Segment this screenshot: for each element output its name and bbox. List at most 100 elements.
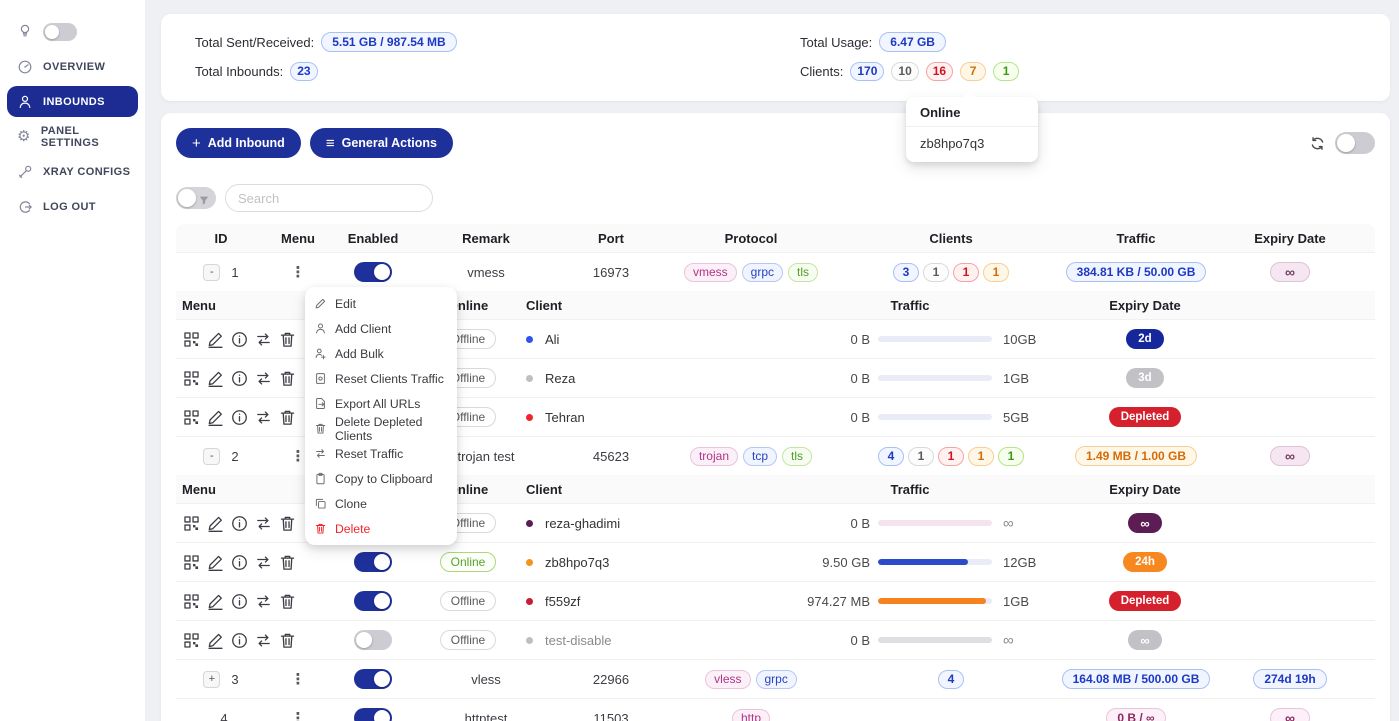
collapse-button[interactable]: - [203,448,220,465]
clients-expiring-badge[interactable]: 7 [960,62,986,81]
delete-icon[interactable] [278,408,297,427]
client-enabled-toggle[interactable] [354,630,392,650]
menu-item-clone[interactable]: Clone [305,491,457,516]
auto-refresh-toggle[interactable] [1335,132,1375,154]
reset-traffic-icon[interactable] [254,592,273,611]
enabled-toggle[interactable] [354,708,392,721]
client-count-badge[interactable]: 3 [893,263,919,282]
info-icon[interactable] [230,330,249,349]
inbound-id: 1 [231,265,238,280]
edit-icon[interactable] [206,514,225,533]
clients-depleted-badge[interactable]: 16 [926,62,953,81]
reset-traffic-icon[interactable] [254,553,273,572]
reset-traffic-icon[interactable] [254,408,273,427]
delete-icon[interactable] [278,330,297,349]
client-count-badge[interactable]: 1 [908,447,934,466]
add-inbound-button[interactable]: + Add Inbound [176,128,301,158]
row-menu-trigger[interactable]: ⋮ [291,709,306,721]
enabled-toggle[interactable] [354,669,392,689]
dark-mode-toggle[interactable] [43,23,77,41]
clients-online-badge[interactable]: 1 [993,62,1019,81]
sidebar-item-xray-configs[interactable]: XRAY CONFIGS [0,154,145,189]
search-input[interactable] [225,184,433,212]
qr-code-icon[interactable] [182,514,201,533]
menu-item-add-bulk[interactable]: Add Bulk [305,341,457,366]
client-count-badge[interactable]: 1 [923,263,949,282]
collapse-button[interactable]: - [203,264,220,281]
clients-deactive-badge[interactable]: 10 [891,62,918,81]
client-count-badge[interactable]: 1 [953,263,979,282]
person-plus-icon [314,347,327,360]
delete-icon[interactable] [278,553,297,572]
qr-code-icon[interactable] [182,330,201,349]
client-count-badge[interactable]: 1 [968,447,994,466]
port-cell: 16973 [556,253,666,291]
qr-code-icon[interactable] [182,369,201,388]
online-clients-popover: Online zb8hpo7q3 [906,97,1038,162]
protocol-tag: tcp [743,447,777,466]
client-count-badge[interactable]: 4 [878,447,904,466]
traffic-bar [878,520,992,526]
sidebar-item-overview[interactable]: OVERVIEW [0,49,145,84]
edit-icon[interactable] [206,369,225,388]
row-menu-trigger[interactable]: ⋮ [291,670,306,688]
qr-code-icon[interactable] [182,408,201,427]
menu-item-edit[interactable]: Edit [305,291,457,316]
menu-item-copy-to-clipboard[interactable]: Copy to Clipboard [305,466,457,491]
client-enabled-toggle[interactable] [354,591,392,611]
reset-traffic-icon[interactable] [254,330,273,349]
qr-code-icon[interactable] [182,553,201,572]
gauge-icon [17,59,33,75]
edit-icon[interactable] [206,330,225,349]
expand-button[interactable]: + [203,671,220,688]
client-dot [526,336,533,343]
edit-icon[interactable] [206,553,225,572]
edit-icon[interactable] [206,631,225,650]
plus-icon: + [192,135,201,152]
row-menu-trigger[interactable]: ⋮ [291,263,306,281]
client-count-badge[interactable]: 1 [938,447,964,466]
menu-item-reset-traffic[interactable]: Reset Traffic [305,441,457,466]
edit-icon[interactable] [206,408,225,427]
menu-item-delete[interactable]: Delete [305,516,457,541]
protocol-cell: vmess grpc tls [666,253,836,291]
menu-item-delete-depleted-clients[interactable]: Delete Depleted Clients [305,416,457,441]
qr-code-icon[interactable] [182,592,201,611]
inbound-row-4: 4 ⋮ httptest 11503 http 0 B / ∞ ∞ [176,698,1375,721]
info-icon[interactable] [230,631,249,650]
client-count-badge[interactable]: 1 [998,447,1024,466]
clients-total-badge[interactable]: 170 [850,62,884,81]
info-icon[interactable] [230,408,249,427]
client-count-badge[interactable]: 4 [938,670,964,689]
edit-icon[interactable] [206,592,225,611]
sidebar-item-panel-settings[interactable]: ⚙ PANEL SETTINGS [0,119,145,154]
delete-icon[interactable] [278,514,297,533]
info-icon[interactable] [230,369,249,388]
qr-code-icon[interactable] [182,631,201,650]
menu-item-add-client[interactable]: Add Client [305,316,457,341]
stat-sent-received: Total Sent/Received: 5.51 GB / 987.54 MB [195,31,800,53]
protocol-cell: trojan tcp tls [666,437,836,475]
client-enabled-toggle[interactable] [354,552,392,572]
menu-item-export-all-urls[interactable]: Export All URLs [305,391,457,416]
reset-traffic-icon[interactable] [254,514,273,533]
enabled-toggle[interactable] [354,262,392,282]
info-icon[interactable] [230,514,249,533]
filter-toggle[interactable] [176,187,216,209]
refresh-icon[interactable] [1309,135,1326,152]
info-icon[interactable] [230,553,249,572]
sidebar-item-inbounds[interactable]: INBOUNDS [7,86,138,117]
info-icon[interactable] [230,592,249,611]
client-count-badge[interactable]: 1 [983,263,1009,282]
general-actions-button[interactable]: ≡ General Actions [310,128,453,158]
menu-item-reset-clients-traffic[interactable]: Reset Clients Traffic [305,366,457,391]
reset-traffic-icon[interactable] [254,369,273,388]
client-expiry-badge: 24h [1123,552,1167,572]
expiry-badge: 274d 19h [1253,669,1326,689]
sidebar-item-log-out[interactable]: LOG OUT [0,189,145,224]
delete-icon[interactable] [278,369,297,388]
delete-icon[interactable] [278,631,297,650]
delete-icon[interactable] [278,592,297,611]
reset-traffic-icon[interactable] [254,631,273,650]
row-menu-trigger[interactable]: ⋮ [291,447,306,465]
